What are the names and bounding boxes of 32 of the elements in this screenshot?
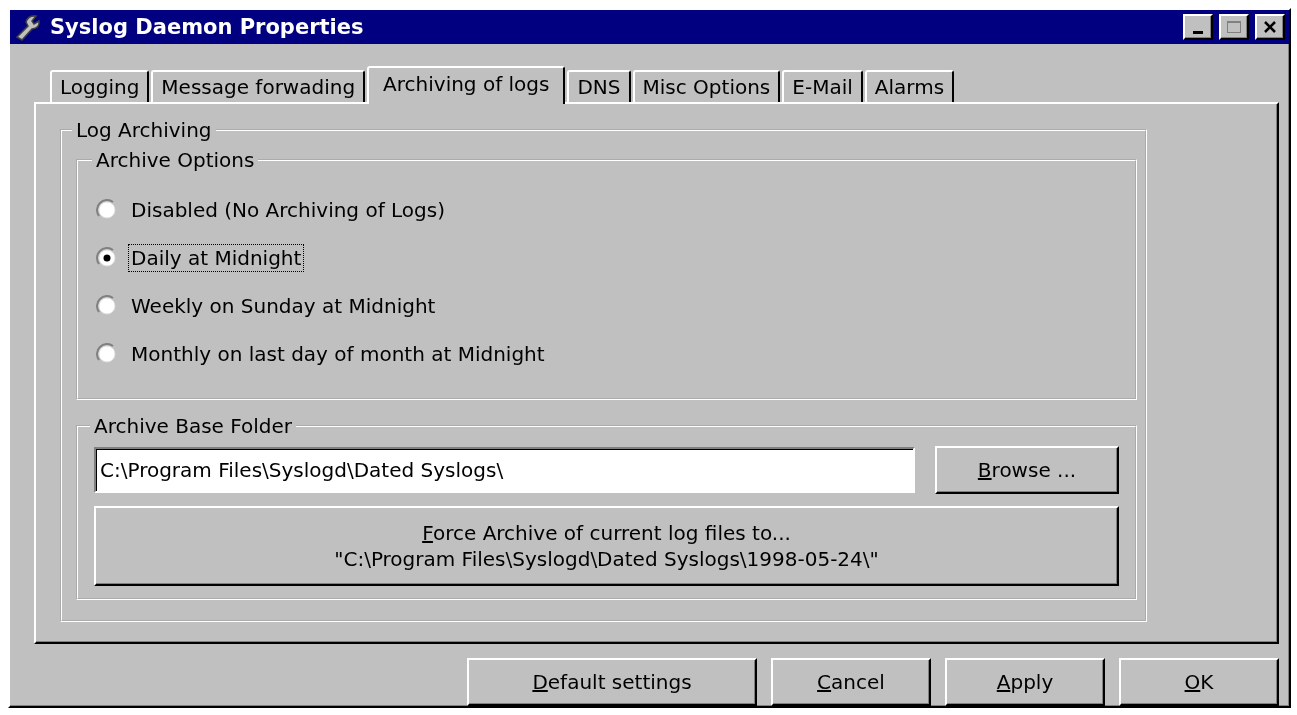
- force-archive-button[interactable]: Force Archive of current log files to... "C:\Program Files\Syslogd\Dated Syslogs\1998-05-24\": [94, 506, 1119, 586]
- browse-button[interactable]: Browse ...: [935, 446, 1119, 494]
- radio-button[interactable]: [96, 295, 118, 317]
- tab[interactable]: Logging: [50, 70, 150, 102]
- tab[interactable]: DNS: [567, 70, 631, 102]
- window-title: Syslog Daemon Properties: [50, 15, 365, 39]
- folder-path-field[interactable]: C:\Program Files\Syslogd\Dated Syslogs\: [94, 447, 915, 493]
- radio-label[interactable]: Daily at Midnight: [128, 244, 305, 272]
- dialog-button[interactable]: OK: [1119, 658, 1279, 706]
- tab[interactable]: E-Mail: [782, 70, 863, 102]
- close-button[interactable]: [1255, 14, 1285, 40]
- group-title: Log Archiving: [75, 118, 213, 142]
- radio-label[interactable]: Weekly on Sunday at Midnight: [128, 292, 439, 320]
- maximize-icon: [1226, 20, 1242, 34]
- dialog-button[interactable]: Default settings: [467, 658, 757, 706]
- maximize-button[interactable]: [1219, 14, 1249, 40]
- radio-button[interactable]: [96, 247, 118, 269]
- tab[interactable]: Alarms: [864, 70, 955, 102]
- radio-button[interactable]: [96, 199, 118, 221]
- close-icon: [1263, 20, 1277, 34]
- radio-label[interactable]: Monthly on last day of month at Midnight: [128, 340, 548, 368]
- dialog-button[interactable]: Cancel: [771, 658, 931, 706]
- tab[interactable]: Misc Options: [632, 70, 781, 102]
- minimize-icon: [1193, 30, 1203, 34]
- group-title: Archive Base Folder: [93, 414, 294, 438]
- tab[interactable]: Archiving of logs: [367, 66, 566, 104]
- minimize-button[interactable]: [1183, 14, 1213, 40]
- radio-button[interactable]: [96, 343, 118, 365]
- dialog-button[interactable]: Apply: [945, 658, 1105, 706]
- tab[interactable]: Message forwading: [151, 70, 366, 102]
- group-title: Archive Options: [95, 148, 256, 172]
- radio-label[interactable]: Disabled (No Archiving of Logs): [128, 196, 448, 224]
